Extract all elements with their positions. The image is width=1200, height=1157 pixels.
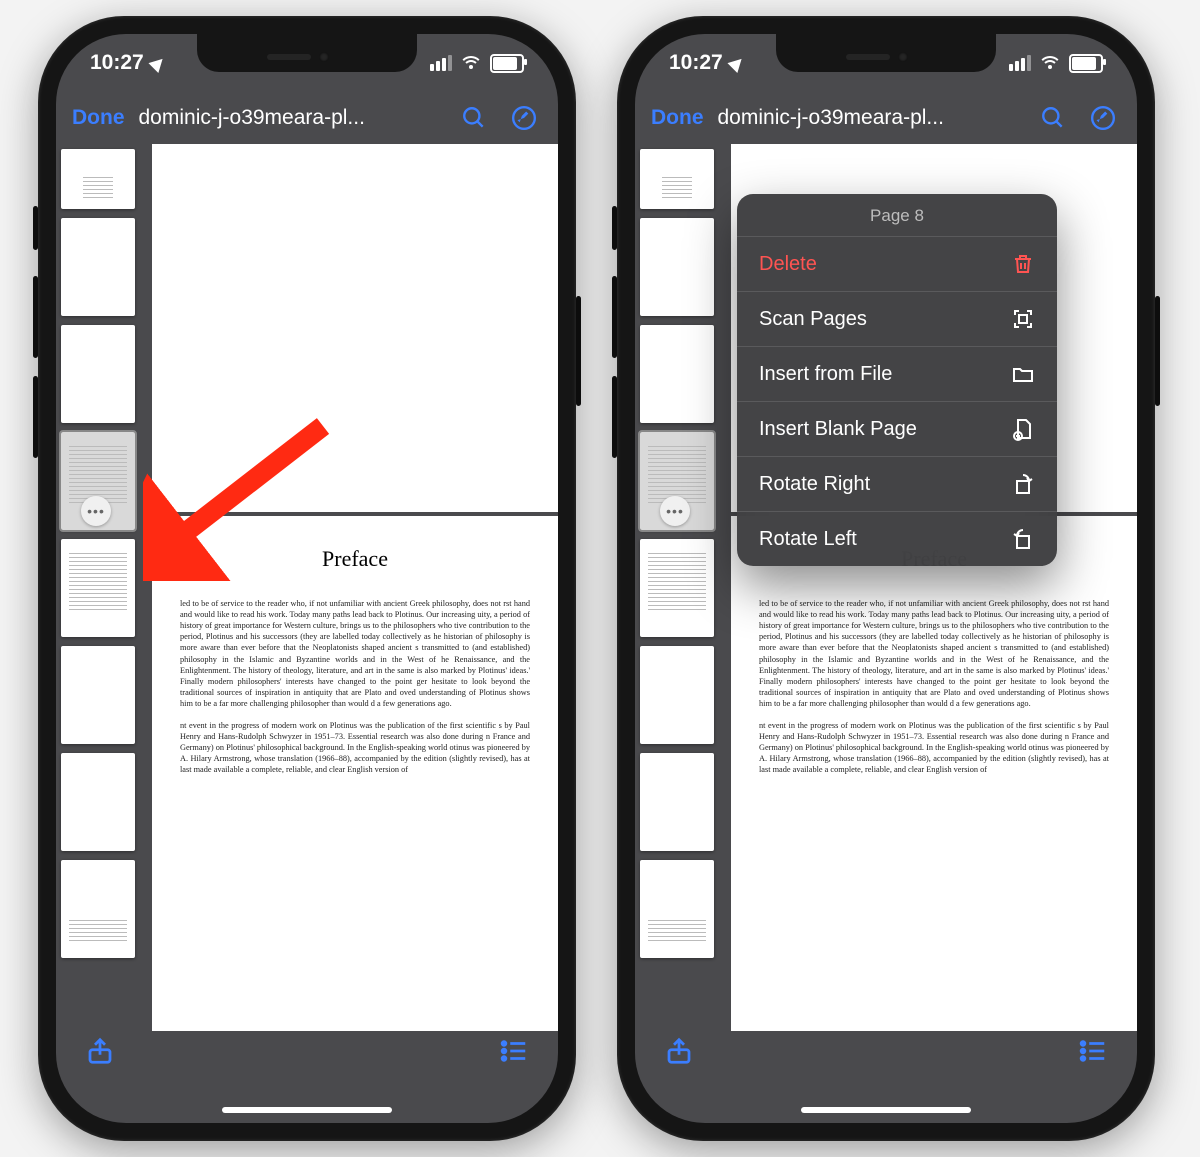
page-thumbnail-selected[interactable]: ••• [61,432,135,530]
cellular-signal-icon [1009,55,1031,71]
page-thumbnail[interactable] [640,325,714,423]
ellipsis-icon: ••• [87,503,105,519]
menu-rotate-right[interactable]: Rotate Right [737,456,1057,511]
status-time-group: 10:27 [669,51,744,75]
home-indicator[interactable] [801,1107,971,1113]
status-time-group: 10:27 [90,51,165,75]
page-heading: Preface [180,544,530,574]
context-menu-header: Page 8 [737,194,1057,236]
list-button[interactable] [494,1031,534,1071]
document-page-blank [152,144,558,512]
share-button[interactable] [659,1031,699,1071]
share-button[interactable] [80,1031,120,1071]
page-viewer[interactable]: Preface led to be of service to the read… [152,144,558,1031]
page-thumbnail[interactable] [61,860,135,958]
page-context-menu: Page 8 Delete Scan Pages Insert from Fil… [737,194,1057,566]
newpage-icon [1011,417,1035,441]
search-icon [461,105,487,131]
page-paragraph: led to be of service to the reader who, … [180,598,530,710]
rotate-right-icon [1011,472,1035,496]
location-arrow-icon [148,53,167,72]
list-icon [1078,1036,1108,1066]
page-thumbnail[interactable] [640,753,714,851]
menu-delete-label: Delete [759,253,817,276]
iphone-mockup-left: 10:27 Done dominic-j-o39meara-pl... [38,16,576,1141]
menu-delete[interactable]: Delete [737,236,1057,291]
share-icon [664,1036,694,1066]
menu-scan-label: Scan Pages [759,308,867,331]
page-thumbnail-selected[interactable]: ••• [640,432,714,530]
markup-pen-icon [511,105,537,131]
page-thumbnail[interactable] [640,860,714,958]
search-button[interactable] [456,100,492,136]
thumbnail-more-button[interactable]: ••• [81,496,111,526]
search-button[interactable] [1035,100,1071,136]
list-button[interactable] [1073,1031,1113,1071]
page-thumbnail[interactable] [640,646,714,744]
rotate-left-icon [1011,527,1035,551]
document-content-area: ••• Preface led to be of service to the … [56,144,558,1031]
battery-icon [490,54,524,73]
document-title: dominic-j-o39meara-pl... [718,106,1022,130]
page-thumbnail[interactable] [61,753,135,851]
notch [776,34,996,72]
battery-icon [1069,54,1103,73]
folder-icon [1011,362,1035,386]
document-page-preface: Preface led to be of service to the read… [731,516,1137,1031]
page-thumbnail[interactable] [61,646,135,744]
menu-rotate-left[interactable]: Rotate Left [737,511,1057,566]
share-icon [85,1036,115,1066]
nav-toolbar: Done dominic-j-o39meara-pl... [635,92,1137,144]
done-button[interactable]: Done [72,106,125,130]
search-icon [1040,105,1066,131]
page-thumbnail[interactable] [640,218,714,316]
page-thumbnail[interactable] [61,325,135,423]
status-time: 10:27 [90,51,144,75]
wifi-icon [1039,55,1061,71]
menu-rotate-left-label: Rotate Left [759,528,857,551]
page-paragraph: nt event in the progress of modern work … [759,720,1109,776]
wifi-icon [460,55,482,71]
scan-icon [1011,307,1035,331]
document-title: dominic-j-o39meara-pl... [139,106,443,130]
menu-scan-pages[interactable]: Scan Pages [737,291,1057,346]
markup-pen-icon [1090,105,1116,131]
page-thumbnail[interactable] [61,539,135,637]
ellipsis-icon: ••• [666,503,684,519]
status-time: 10:27 [669,51,723,75]
notch [197,34,417,72]
thumbnail-sidebar[interactable]: ••• [56,144,152,1031]
page-paragraph: led to be of service to the reader who, … [759,598,1109,710]
menu-rotate-right-label: Rotate Right [759,473,870,496]
cellular-signal-icon [430,55,452,71]
thumbnail-sidebar[interactable]: ••• [635,144,731,1031]
home-indicator[interactable] [222,1107,392,1113]
menu-insert-blank-page[interactable]: Insert Blank Page [737,401,1057,456]
done-button[interactable]: Done [651,106,704,130]
list-icon [499,1036,529,1066]
location-arrow-icon [727,53,746,72]
page-thumbnail[interactable] [61,218,135,316]
page-paragraph: nt event in the progress of modern work … [180,720,530,776]
iphone-mockup-right: 10:27 Done dominic-j-o39meara-pl... [617,16,1155,1141]
menu-insert-from-file[interactable]: Insert from File [737,346,1057,401]
menu-insert-blank-label: Insert Blank Page [759,418,917,441]
page-thumbnail[interactable] [640,539,714,637]
markup-button[interactable] [506,100,542,136]
markup-button[interactable] [1085,100,1121,136]
nav-toolbar: Done dominic-j-o39meara-pl... [56,92,558,144]
menu-insert-file-label: Insert from File [759,363,892,386]
page-thumbnail[interactable] [640,149,714,209]
document-page-preface: Preface led to be of service to the read… [152,516,558,1031]
page-thumbnail[interactable] [61,149,135,209]
thumbnail-more-button[interactable]: ••• [660,496,690,526]
trash-icon [1011,252,1035,276]
